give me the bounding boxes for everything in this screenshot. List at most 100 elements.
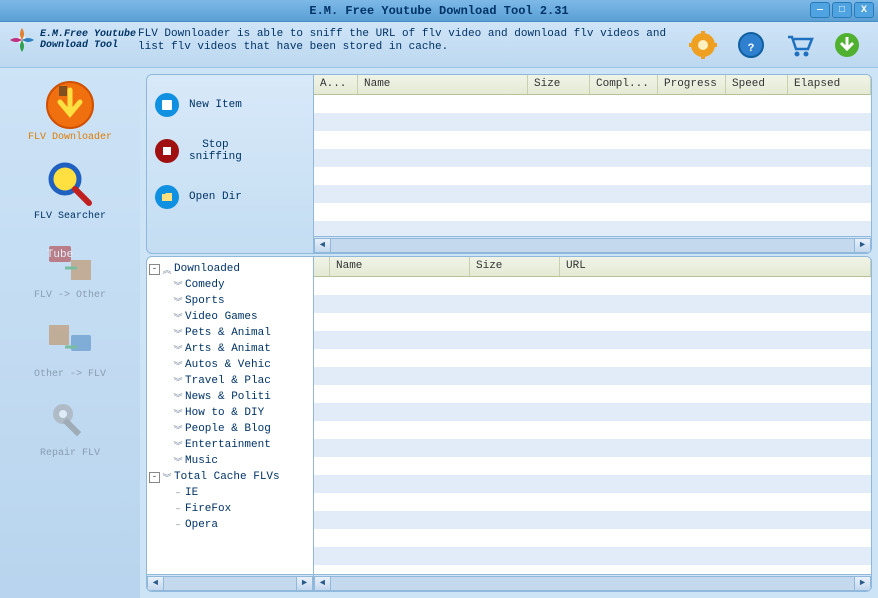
logo-block: E.M.Free Youtube Download Tool — [8, 26, 138, 54]
flower-logo-icon — [8, 26, 36, 54]
download-green-icon[interactable] — [832, 30, 862, 60]
tree-root-cache[interactable]: - ︾ Total Cache FLVs — [149, 469, 311, 485]
tree-label: Travel & Plac — [185, 375, 271, 387]
horizontal-scrollbar[interactable]: ◄ ► — [314, 574, 871, 591]
col-url[interactable]: URL — [560, 257, 871, 276]
tree-category-item[interactable]: ︾Travel & Plac — [149, 373, 311, 389]
grid-body[interactable] — [314, 277, 871, 574]
tree-browser-item[interactable]: –FireFox — [149, 501, 311, 517]
close-button[interactable]: X — [854, 2, 874, 18]
collapse-icon[interactable]: - — [149, 264, 160, 275]
dash-icon: – — [173, 520, 183, 530]
col-size[interactable]: Size — [470, 257, 560, 276]
tree-category-item[interactable]: ︾Sports — [149, 293, 311, 309]
tree-label: Pets & Animal — [185, 327, 271, 339]
scroll-track[interactable] — [331, 576, 854, 591]
scroll-left-button[interactable]: ◄ — [314, 238, 331, 253]
tree-label: Opera — [185, 519, 218, 531]
tree-body[interactable]: - ︽ Downloaded ︾Comedy︾Sports︾Video Game… — [147, 257, 313, 574]
col-action[interactable]: A... — [314, 75, 358, 94]
down-arrows-icon: ︾ — [173, 423, 183, 436]
down-arrows-icon: ︾ — [173, 343, 183, 356]
action-panel: New Item Stop sniffing Open Dir — [146, 74, 314, 254]
tree-label: People & Blog — [185, 423, 271, 435]
scroll-track[interactable] — [331, 238, 854, 253]
down-arrows-icon: ︾ — [173, 311, 183, 324]
col-name[interactable]: Name — [358, 75, 528, 94]
down-arrows-icon: ︾ — [173, 439, 183, 452]
col-checkbox[interactable] — [314, 257, 330, 276]
col-speed[interactable]: Speed — [726, 75, 788, 94]
settings-icon[interactable] — [688, 30, 718, 60]
scroll-track[interactable] — [164, 576, 296, 591]
tree-category-item[interactable]: ︾Pets & Animal — [149, 325, 311, 341]
tree-label: Entertainment — [185, 439, 271, 451]
nav-flv-to-other[interactable]: Tube FLV -> Other — [34, 238, 106, 301]
open-dir-button[interactable]: Open Dir — [155, 185, 305, 209]
tree-category-item[interactable]: ︾Comedy — [149, 277, 311, 293]
down-arrows-icon: ︾ — [162, 471, 172, 484]
scroll-left-button[interactable]: ◄ — [147, 576, 164, 591]
tree-category-item[interactable]: ︾Video Games — [149, 309, 311, 325]
tree-category-item[interactable]: ︾How to & DIY — [149, 405, 311, 421]
cart-icon[interactable] — [784, 30, 814, 60]
header: E.M.Free Youtube Download Tool FLV Downl… — [0, 22, 878, 68]
action-label: New Item — [189, 99, 242, 111]
logo-line1: E.M.Free Youtube — [40, 29, 136, 40]
tree-browser-item[interactable]: –Opera — [149, 517, 311, 533]
down-arrows-icon: ︾ — [173, 375, 183, 388]
tree-root-downloaded[interactable]: - ︽ Downloaded — [149, 261, 311, 277]
nav-other-to-flv[interactable]: Other -> FLV — [34, 317, 106, 380]
logo-line2: Download Tool — [40, 40, 136, 51]
header-description: FLV Downloader is able to sniff the URL … — [138, 26, 688, 54]
tree-category-item[interactable]: ︾Entertainment — [149, 437, 311, 453]
nav-label: FLV Downloader — [28, 132, 112, 143]
action-label: Stop sniffing — [189, 139, 242, 163]
minimize-button[interactable]: — — [810, 2, 830, 18]
new-item-button[interactable]: New Item — [155, 93, 305, 117]
tree-label: IE — [185, 487, 198, 499]
category-tree-panel: - ︽ Downloaded ︾Comedy︾Sports︾Video Game… — [146, 256, 314, 592]
nav-flv-searcher[interactable]: FLV Searcher — [34, 159, 106, 222]
down-arrows-icon: ︾ — [173, 391, 183, 404]
col-name[interactable]: Name — [330, 257, 470, 276]
grid-header: A... Name Size Compl... Progress Speed E… — [314, 75, 871, 95]
nav-label: Other -> FLV — [34, 369, 106, 380]
scroll-right-button[interactable]: ► — [296, 576, 313, 591]
logo-text: E.M.Free Youtube Download Tool — [40, 29, 136, 51]
down-arrows-icon: ︾ — [173, 279, 183, 292]
tree-category-item[interactable]: ︾People & Blog — [149, 421, 311, 437]
tree-scrollbar[interactable]: ◄ ► — [147, 574, 313, 591]
tree-label: FireFox — [185, 503, 231, 515]
nav-flv-downloader[interactable]: FLV Downloader — [28, 80, 112, 143]
col-progress[interactable]: Progress — [658, 75, 726, 94]
left-nav: FLV Downloader FLV Searcher Tube FLV -> … — [0, 68, 140, 598]
col-elapsed[interactable]: Elapsed — [788, 75, 871, 94]
tree-label: Arts & Animat — [185, 343, 271, 355]
tree-category-item[interactable]: ︾News & Politi — [149, 389, 311, 405]
tree-label: Sports — [185, 295, 225, 307]
tree-browser-item[interactable]: –IE — [149, 485, 311, 501]
tree-label: How to & DIY — [185, 407, 264, 419]
downloads-grid: A... Name Size Compl... Progress Speed E… — [314, 74, 872, 254]
tree-label: Autos & Vehic — [185, 359, 271, 371]
tree-category-item[interactable]: ︾Arts & Animat — [149, 341, 311, 357]
grid-body[interactable] — [314, 95, 871, 236]
tree-category-item[interactable]: ︾Autos & Vehic — [149, 357, 311, 373]
nav-repair-flv[interactable]: Repair FLV — [40, 396, 100, 459]
maximize-button[interactable]: □ — [832, 2, 852, 18]
down-arrows-icon: ︾ — [173, 359, 183, 372]
collapse-icon[interactable]: - — [149, 472, 160, 483]
horizontal-scrollbar[interactable]: ◄ ► — [314, 236, 871, 253]
tree-category-item[interactable]: ︾Music — [149, 453, 311, 469]
help-icon[interactable]: ? — [736, 30, 766, 60]
scroll-right-button[interactable]: ► — [854, 238, 871, 253]
tree-label: Downloaded — [174, 263, 240, 275]
stop-sniffing-button[interactable]: Stop sniffing — [155, 139, 305, 163]
scroll-right-button[interactable]: ► — [854, 576, 871, 591]
svg-text:Tube: Tube — [47, 249, 73, 261]
col-size[interactable]: Size — [528, 75, 590, 94]
dash-icon: – — [173, 504, 183, 514]
scroll-left-button[interactable]: ◄ — [314, 576, 331, 591]
col-completed[interactable]: Compl... — [590, 75, 658, 94]
